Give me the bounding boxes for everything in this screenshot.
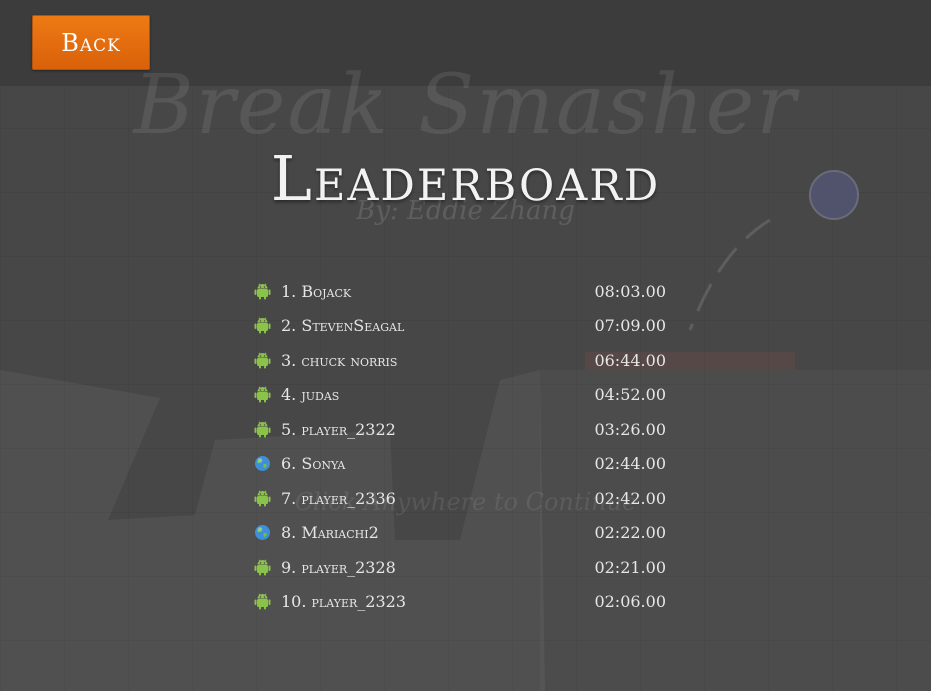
leaderboard-row: 7. player_2336 02:42.00 [254,481,666,516]
ball-trajectory [688,218,771,331]
leaderboard-row: 1. Bojack 08:03.00 [254,274,666,309]
player-time: 02:21.00 [594,557,666,577]
leaderboard-list: 1. Bojack 08:03.00 2. StevenSeagal 07:09… [254,274,666,619]
leaderboard-row: 10. player_2323 02:06.00 [254,585,666,620]
back-button[interactable]: Back [32,15,150,70]
leaderboard-row: 6. Sonya 02:44.00 [254,447,666,482]
player-time: 02:42.00 [594,488,666,508]
player-name: 6. Sonya [281,454,346,474]
page-title: Leaderboard [270,142,661,215]
android-icon [254,421,271,438]
player-time: 02:06.00 [594,592,666,612]
player-name: 5. player_2322 [281,419,396,439]
player-time: 02:44.00 [594,454,666,474]
player-name: 7. player_2336 [281,488,396,508]
player-name: 4. judas [281,385,340,405]
player-name: 2. StevenSeagal [281,316,405,336]
android-icon [254,283,271,300]
player-name: 8. Mariachi2 [281,523,379,543]
leaderboard-row: 4. judas 04:52.00 [254,378,666,413]
globe-icon [254,455,271,472]
player-time: 07:09.00 [594,316,666,336]
leaderboard-row: 8. Mariachi2 02:22.00 [254,516,666,551]
player-name: 3. chuck norris [281,350,398,370]
player-name: 1. Bojack [281,281,352,301]
android-icon [254,593,271,610]
player-time: 02:22.00 [594,523,666,543]
leaderboard-row: 2. StevenSeagal 07:09.00 [254,309,666,344]
android-icon [254,352,271,369]
globe-icon [254,524,271,541]
player-name: 9. player_2328 [281,557,396,577]
android-icon [254,559,271,576]
player-time: 08:03.00 [594,281,666,301]
player-time: 03:26.00 [594,419,666,439]
player-time: 06:44.00 [594,350,666,370]
background-game-title: Break Smasher [133,58,798,153]
player-name: 10. player_2323 [281,592,407,612]
android-icon [254,386,271,403]
leaderboard-row: 9. player_2328 02:21.00 [254,550,666,585]
android-icon [254,317,271,334]
leaderboard-row: 5. player_2322 03:26.00 [254,412,666,447]
player-time: 04:52.00 [594,385,666,405]
android-icon [254,490,271,507]
leaderboard-row: 3. chuck norris 06:44.00 [254,343,666,378]
